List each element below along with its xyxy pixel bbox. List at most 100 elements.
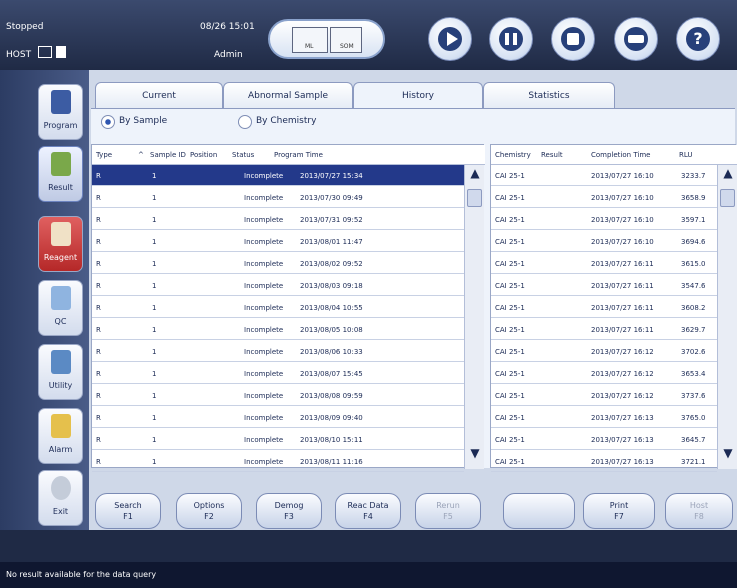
sidebar-item-qc[interactable]: QC bbox=[38, 280, 83, 336]
table-row[interactable]: CAI 25-1 2013/07/27 16:13 3765.0 bbox=[491, 407, 717, 428]
column-header-position[interactable]: Position bbox=[190, 151, 217, 159]
table-row[interactable]: R 1 Incomplete 2013/07/27 15:34 bbox=[92, 165, 464, 186]
module-som-label: SOM bbox=[340, 43, 354, 50]
column-header-status[interactable]: Status bbox=[232, 151, 254, 159]
tab-statistics[interactable]: Statistics bbox=[483, 82, 615, 108]
table-row[interactable]: CAI 25-1 2013/07/27 16:11 3608.2 bbox=[491, 297, 717, 318]
table-cell: R bbox=[96, 392, 101, 400]
table-row[interactable]: CAI 25-1 2013/07/27 16:10 3597.1 bbox=[491, 209, 717, 230]
table-cell: 2013/07/27 16:11 bbox=[591, 282, 654, 290]
tab-history[interactable]: History bbox=[353, 82, 483, 108]
table-row[interactable]: R 1 Incomplete 2013/08/01 11:47 bbox=[92, 231, 464, 252]
column-header-sample-id[interactable]: Sample ID bbox=[150, 151, 186, 159]
table-row[interactable]: R 1 Incomplete 2013/08/05 10:08 bbox=[92, 319, 464, 340]
table-cell: CAI 25-1 bbox=[495, 326, 525, 334]
sort-arrow-icon[interactable]: ^ bbox=[138, 151, 144, 159]
column-header-program-time[interactable]: Program Time bbox=[274, 151, 323, 159]
stop-button[interactable] bbox=[551, 17, 595, 61]
host-label: HOST bbox=[6, 50, 32, 60]
transport-button[interactable] bbox=[614, 17, 658, 61]
table-row[interactable]: CAI 25-1 2013/07/27 16:10 3694.6 bbox=[491, 231, 717, 252]
table-row[interactable]: CAI 25-1 2013/07/27 16:12 3653.4 bbox=[491, 363, 717, 384]
scroll-down-icon[interactable]: ▼ bbox=[719, 446, 737, 468]
table-cell: 1 bbox=[152, 414, 157, 422]
table-cell: 2013/07/27 16:10 bbox=[591, 172, 654, 180]
help-button[interactable]: ? bbox=[676, 17, 720, 61]
table-cell: R bbox=[96, 282, 101, 290]
sidebar-item-result[interactable]: Result bbox=[38, 146, 83, 202]
sidebar-item-reagent[interactable]: Reagent bbox=[38, 216, 83, 272]
table-cell: Incomplete bbox=[244, 392, 284, 400]
table-cell: 3597.1 bbox=[681, 216, 706, 224]
table-row[interactable]: R 1 Incomplete 2013/08/07 15:45 bbox=[92, 363, 464, 384]
table-row[interactable]: R 1 Incomplete 2013/08/11 11:16 bbox=[92, 451, 464, 472]
sidebar-item-label: Reagent bbox=[43, 253, 78, 262]
table-row[interactable]: CAI 25-1 2013/07/27 16:10 3233.7 bbox=[491, 165, 717, 186]
play-icon bbox=[438, 27, 462, 51]
scroll-down-icon[interactable]: ▼ bbox=[466, 446, 484, 468]
table-row[interactable]: R 1 Incomplete 2013/07/30 09:49 bbox=[92, 187, 464, 208]
table-row[interactable]: R 1 Incomplete 2013/08/02 09:52 bbox=[92, 253, 464, 274]
search-button[interactable]: Search F1 bbox=[95, 493, 161, 529]
table-cell: R bbox=[96, 238, 101, 246]
table-row[interactable]: CAI 25-1 2013/07/27 16:12 3737.6 bbox=[491, 385, 717, 406]
table-cell: 1 bbox=[152, 370, 157, 378]
blank-f6-button[interactable] bbox=[503, 493, 575, 529]
tab-current[interactable]: Current bbox=[95, 82, 223, 108]
table-cell: CAI 25-1 bbox=[495, 194, 525, 202]
start-button[interactable] bbox=[428, 17, 472, 61]
analyzer-status-button[interactable]: ML SOM bbox=[268, 19, 385, 59]
column-header-chemistry[interactable]: Chemistry bbox=[495, 151, 531, 159]
table-cell: Incomplete bbox=[244, 326, 284, 334]
table-cell: 3694.6 bbox=[681, 238, 706, 246]
demog-button[interactable]: Demog F3 bbox=[256, 493, 322, 529]
table-row[interactable]: R 1 Incomplete 2013/08/09 09:40 bbox=[92, 407, 464, 428]
print-button[interactable]: Print F7 bbox=[583, 493, 655, 529]
table-row[interactable]: R 1 Incomplete 2013/08/08 09:59 bbox=[92, 385, 464, 406]
sidebar-item-program[interactable]: Program bbox=[38, 84, 83, 140]
table-row[interactable]: R 1 Incomplete 2013/07/31 09:52 bbox=[92, 209, 464, 230]
column-header-type[interactable]: Type bbox=[96, 151, 112, 159]
table-row[interactable]: CAI 25-1 2013/07/27 16:12 3702.6 bbox=[491, 341, 717, 362]
table-row[interactable]: CAI 25-1 2013/07/27 16:13 3721.1 bbox=[491, 451, 717, 472]
table-row[interactable]: R 1 Incomplete 2013/08/04 10:55 bbox=[92, 297, 464, 318]
table-row[interactable]: CAI 25-1 2013/07/27 16:11 3629.7 bbox=[491, 319, 717, 340]
table-cell: R bbox=[96, 326, 101, 334]
radio-dot bbox=[238, 115, 252, 129]
app-window: Stopped 08/26 15:01 HOST Admin ML SOM ? bbox=[0, 0, 737, 588]
sidebar-item-exit[interactable]: Exit bbox=[38, 470, 83, 526]
table-scrollbar[interactable]: ▲ ▼ bbox=[717, 165, 737, 469]
column-header-completion-time[interactable]: Completion Time bbox=[591, 151, 650, 159]
rerun-button[interactable]: Rerun F5 bbox=[415, 493, 481, 529]
sidebar-item-alarm[interactable]: Alarm bbox=[38, 408, 83, 464]
table-row[interactable]: R 1 Incomplete 2013/08/06 10:33 bbox=[92, 341, 464, 362]
scroll-thumb[interactable] bbox=[467, 189, 482, 207]
table-row[interactable]: CAI 25-1 2013/07/27 16:10 3658.9 bbox=[491, 187, 717, 208]
tab-abnormal-sample[interactable]: Abnormal Sample bbox=[223, 82, 353, 108]
table-cell: CAI 25-1 bbox=[495, 260, 525, 268]
table-cell: 2013/07/27 16:11 bbox=[591, 326, 654, 334]
scroll-thumb[interactable] bbox=[720, 189, 735, 207]
radio-label: By Sample bbox=[119, 116, 168, 126]
scroll-up-icon[interactable]: ▲ bbox=[466, 166, 484, 188]
pause-button[interactable] bbox=[489, 17, 533, 61]
options-button[interactable]: Options F2 bbox=[176, 493, 242, 529]
top-toolbar: Stopped 08/26 15:01 HOST Admin ML SOM ? bbox=[0, 0, 737, 70]
table-cell: 1 bbox=[152, 172, 157, 180]
table-cell: 3629.7 bbox=[681, 326, 706, 334]
table-row[interactable]: R 1 Incomplete 2013/08/03 09:18 bbox=[92, 275, 464, 296]
reac-data-button[interactable]: Reac Data F4 bbox=[335, 493, 401, 529]
table-row[interactable]: CAI 25-1 2013/07/27 16:13 3645.7 bbox=[491, 429, 717, 450]
column-header-result[interactable]: Result bbox=[541, 151, 563, 159]
column-header-rlu[interactable]: RLU bbox=[679, 151, 693, 159]
table-row[interactable]: R 1 Incomplete 2013/08/10 15:11 bbox=[92, 429, 464, 450]
table-cell: CAI 25-1 bbox=[495, 458, 525, 466]
table-cell: 3233.7 bbox=[681, 172, 706, 180]
host-button[interactable]: Host F8 bbox=[665, 493, 733, 529]
scroll-up-icon[interactable]: ▲ bbox=[719, 166, 737, 188]
table-cell: Incomplete bbox=[244, 458, 284, 466]
table-scrollbar[interactable]: ▲ ▼ bbox=[464, 165, 484, 469]
sidebar-item-utility[interactable]: Utility bbox=[38, 344, 83, 400]
table-row[interactable]: CAI 25-1 2013/07/27 16:11 3615.0 bbox=[491, 253, 717, 274]
table-row[interactable]: CAI 25-1 2013/07/27 16:11 3547.6 bbox=[491, 275, 717, 296]
